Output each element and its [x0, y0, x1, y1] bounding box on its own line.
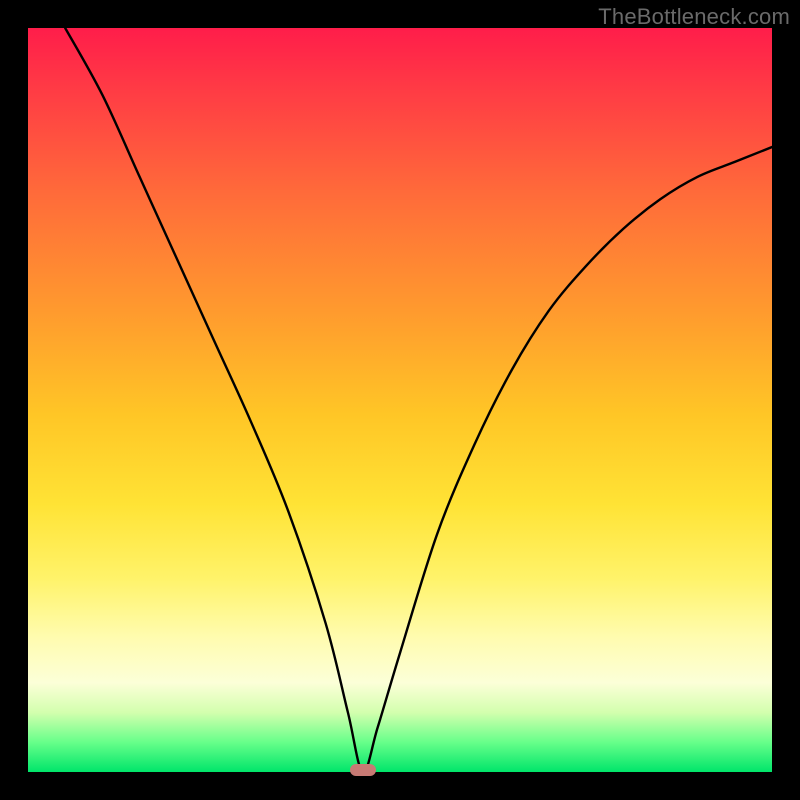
minimum-marker	[350, 764, 376, 776]
watermark-text: TheBottleneck.com	[598, 4, 790, 30]
bottleneck-curve	[65, 28, 772, 772]
curve-svg	[28, 28, 772, 772]
plot-area	[28, 28, 772, 772]
chart-frame: TheBottleneck.com	[0, 0, 800, 800]
